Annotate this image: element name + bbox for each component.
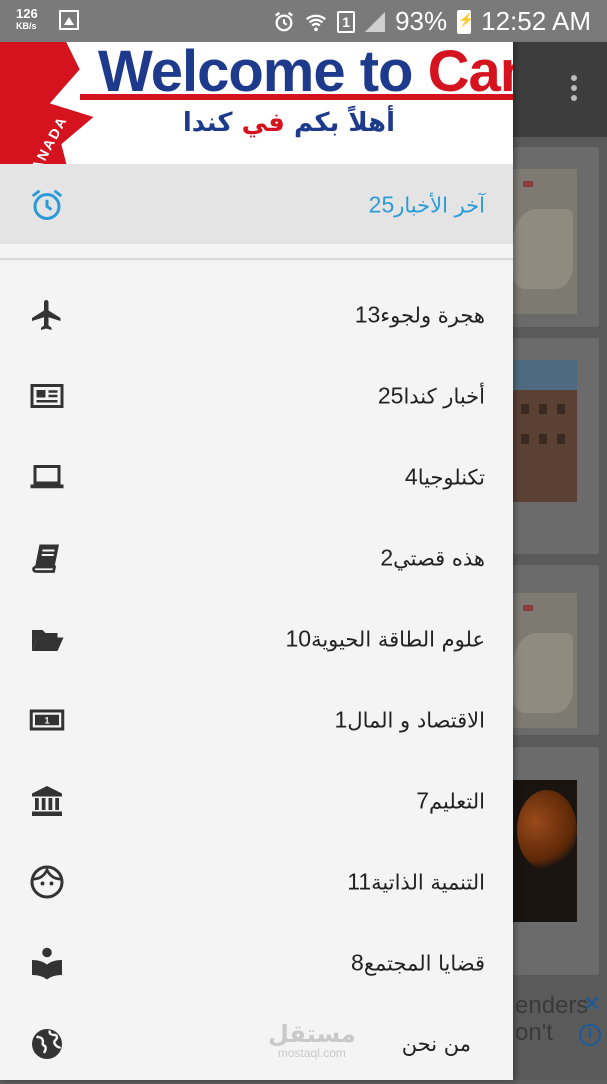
status-bar: 126 KB/s 1 93% 12:52 AM xyxy=(0,0,607,42)
laptop-icon xyxy=(29,459,65,495)
menu-item-count: 13 xyxy=(354,301,381,327)
menu-item-label: آخر الأخبار xyxy=(394,193,485,217)
menu-item-text: آخر الأخبار25 xyxy=(355,191,485,218)
ad-info-icon[interactable]: i xyxy=(579,1024,601,1046)
menu-item-count: 8 xyxy=(351,949,364,975)
menu-item-label: علوم الطاقة الحيوية xyxy=(311,627,485,651)
background-card[interactable] xyxy=(513,147,599,327)
menu-item-count: 11 xyxy=(347,868,372,894)
alarm-clock-icon xyxy=(29,187,65,223)
folder-open-icon xyxy=(29,621,65,657)
globe-icon xyxy=(29,1026,65,1062)
menu-divider xyxy=(0,258,513,260)
menu-item-count: 7 xyxy=(416,787,430,813)
menu-item-text: من نحن xyxy=(402,1032,471,1056)
banner-ar-part: كندا xyxy=(182,108,233,138)
background-card[interactable] xyxy=(513,338,599,554)
menu-item-label: التنمية الذاتية xyxy=(371,870,485,894)
navigation-drawer: CANADA Welcome to Canada أهلاً بكم في كن… xyxy=(0,0,513,1080)
banner-ar-part: في xyxy=(232,108,285,138)
background-card[interactable] xyxy=(513,565,599,735)
menu-item-text: قضايا المجتمع8 xyxy=(337,949,485,976)
ad-close-icon[interactable]: ✕ xyxy=(583,992,601,1017)
watermark-ar: مستقل xyxy=(268,1020,356,1048)
menu-item-text: هذه قصتي2 xyxy=(366,544,485,571)
banner-ar-part: أهلاً بكم xyxy=(284,108,395,138)
menu-item-text: أخبار كندا25 xyxy=(364,382,485,409)
airplane-icon xyxy=(29,297,65,333)
mostaql-watermark: مستقل mostaql.com xyxy=(268,1022,356,1060)
menu-item-self-development[interactable]: التنمية الذاتية11 xyxy=(0,841,513,922)
bank-building-icon xyxy=(29,783,65,819)
menu-item-text: الاقتصاد و المال1 xyxy=(321,706,485,733)
face-icon xyxy=(29,864,65,900)
network-speed: 126 KB/s xyxy=(16,7,38,33)
menu-item-text: تكنلوجيا4 xyxy=(391,463,485,490)
menu-item-count: 25 xyxy=(368,191,395,217)
menu-item-economy[interactable]: 1 الاقتصاد و المال1 xyxy=(0,679,513,760)
svg-text:1: 1 xyxy=(44,715,49,725)
menu-item-text: علوم الطاقة الحيوية10 xyxy=(271,625,485,652)
menu-item-count: 25 xyxy=(377,382,404,408)
ad-text[interactable]: enders on't xyxy=(515,992,588,1046)
menu-item-label: قضايا المجتمع xyxy=(363,951,485,975)
clock: 12:52 AM xyxy=(481,6,591,36)
battery-charging-icon xyxy=(457,9,474,34)
gallery-notification-icon xyxy=(59,10,79,30)
menu-item-text: التنمية الذاتية11 xyxy=(333,868,485,895)
newspaper-icon xyxy=(29,378,65,414)
watermark-en: mostaql.com xyxy=(277,1046,346,1060)
menu-item-label: التعليم xyxy=(429,789,485,813)
battery-percent: 93% xyxy=(395,6,448,36)
menu-item-label: تكنلوجيا xyxy=(417,465,485,489)
book-icon xyxy=(29,540,65,576)
menu-item-about-us[interactable]: من نحن xyxy=(0,1003,513,1084)
menu-item-community-issues[interactable]: قضايا المجتمع8 xyxy=(0,922,513,1003)
menu-item-education[interactable]: التعليم7 xyxy=(0,760,513,841)
background-card[interactable] xyxy=(513,747,599,975)
menu-item-label: هجرة ولجوء xyxy=(380,303,485,327)
wifi-icon xyxy=(305,11,327,33)
menu-item-text: هجرة ولجوء13 xyxy=(341,301,485,328)
sim-slot-icon: 1 xyxy=(337,10,356,33)
menu-item-bioenergy[interactable]: علوم الطاقة الحيوية10 xyxy=(0,598,513,679)
alarm-icon xyxy=(273,11,295,33)
background-toolbar xyxy=(513,42,607,137)
menu-item-text: التعليم7 xyxy=(402,787,485,814)
menu-item-latest-news[interactable]: آخر الأخبار25 xyxy=(0,164,513,245)
menu-item-label: أخبار كندا xyxy=(403,384,485,408)
menu-item-count: 2 xyxy=(380,544,394,570)
money-bill-icon: 1 xyxy=(29,702,65,738)
building-thumbnail xyxy=(513,360,577,502)
menu-item-canada-news[interactable]: أخبار كندا25 xyxy=(0,355,513,436)
reader-icon xyxy=(29,945,65,981)
menu-item-count: 1 xyxy=(334,706,348,732)
menu-item-label: هذه قصتي xyxy=(393,546,485,570)
map-thumbnail xyxy=(513,593,577,728)
network-speed-value: 126 xyxy=(16,6,38,21)
menu-item-count: 10 xyxy=(285,625,312,651)
menu-item-immigration[interactable]: هجرة ولجوء13 xyxy=(0,274,513,355)
menu-item-label: من نحن xyxy=(401,1031,471,1056)
signal-icon xyxy=(365,11,386,32)
overflow-menu-icon[interactable] xyxy=(571,75,577,105)
drawer-header-banner: CANADA Welcome to Canada أهلاً بكم في كن… xyxy=(0,42,513,164)
ad-text-line: enders xyxy=(515,992,589,1019)
sun-thumbnail xyxy=(513,780,577,922)
banner-stripe xyxy=(80,94,513,100)
network-speed-unit: KB/s xyxy=(16,21,37,31)
menu-item-label: الاقتصاد و المال xyxy=(347,708,485,732)
background-app: enders on't ✕ i xyxy=(513,42,607,1080)
menu-item-technology[interactable]: تكنلوجيا4 xyxy=(0,436,513,517)
map-thumbnail xyxy=(513,169,577,314)
banner-title-ar: أهلاً بكم في كندا xyxy=(183,108,395,138)
menu-item-my-story[interactable]: هذه قصتي2 xyxy=(0,517,513,598)
menu-item-count: 4 xyxy=(404,463,418,489)
ad-text-line: on't xyxy=(515,1019,553,1046)
